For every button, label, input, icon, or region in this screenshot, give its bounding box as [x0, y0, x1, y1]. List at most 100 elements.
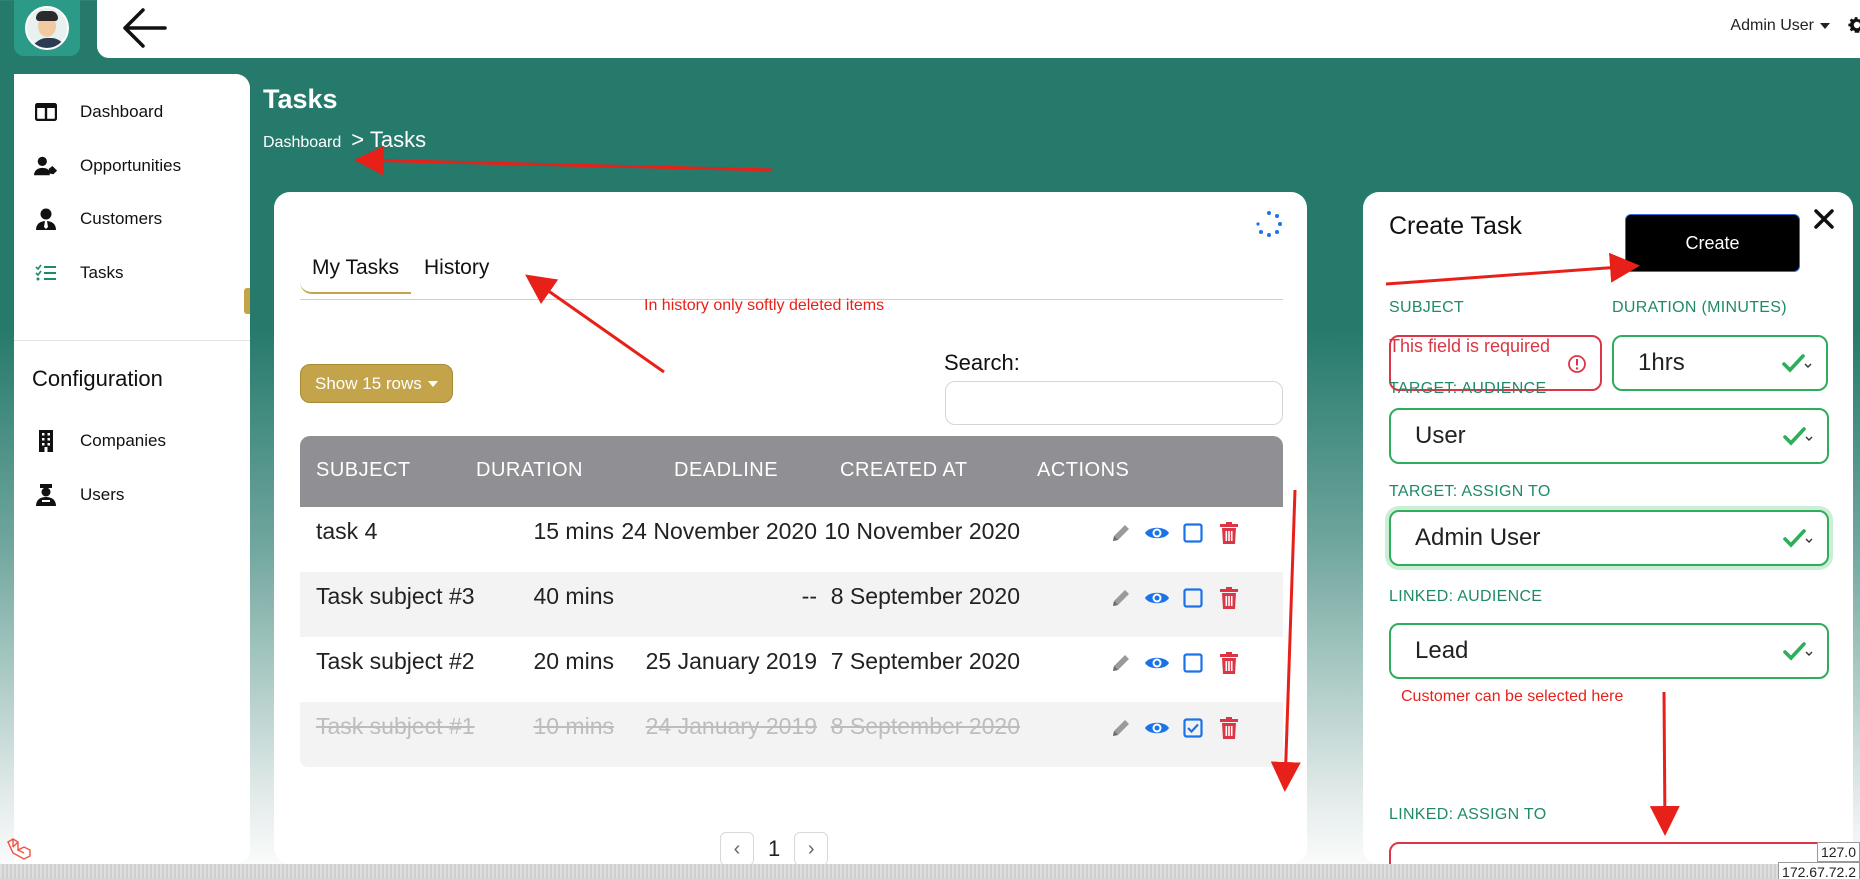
show-rows-dropdown[interactable]: Show 15 rows	[300, 364, 453, 403]
target-audience-value: User	[1415, 422, 1466, 449]
view-eye-icon[interactable]	[1144, 520, 1170, 546]
user-menu[interactable]: Admin User	[1730, 17, 1830, 35]
edit-pencil-icon[interactable]	[1108, 715, 1134, 741]
trash-icon[interactable]	[1216, 520, 1242, 546]
trash-icon[interactable]	[1216, 585, 1242, 611]
linked-assign-label: LINKED: ASSIGN TO	[1389, 806, 1547, 823]
prev-page-button[interactable]: ‹	[720, 832, 754, 864]
caret-down-icon	[1820, 23, 1830, 29]
completed-checkbox[interactable]	[1180, 715, 1206, 741]
current-page[interactable]: 1	[768, 836, 780, 862]
cell-created-at: 8 September 2020	[830, 713, 1020, 739]
breadcrumb: Dashboard > Tasks	[263, 127, 426, 153]
sidebar-divider	[14, 340, 250, 341]
cell-created-at: 7 September 2020	[830, 648, 1020, 674]
subject-label: SUBJECT	[1389, 299, 1464, 316]
edit-pencil-icon[interactable]	[1108, 650, 1134, 676]
sidebar-item-tasks[interactable]: Tasks	[14, 253, 250, 293]
building-icon	[34, 430, 58, 452]
target-assign-label: TARGET: ASSIGN TO	[1389, 483, 1551, 500]
table-row: Task subject #2 20 mins 25 January 2019 …	[300, 637, 1283, 702]
target-audience-select[interactable]: User	[1389, 408, 1829, 464]
col-duration[interactable]: DURATION	[476, 459, 583, 482]
complete-checkbox[interactable]	[1180, 650, 1206, 676]
table-header: SUBJECT DURATION DEADLINE CREATED AT ACT…	[300, 436, 1283, 507]
target-assign-value: Admin User	[1415, 524, 1541, 551]
complete-checkbox[interactable]	[1180, 520, 1206, 546]
subject-error-text: This field is required	[1389, 336, 1551, 356]
logo-box[interactable]	[14, 0, 80, 56]
cell-duration: 10 mins	[533, 713, 614, 739]
duration-value: 1hrs	[1638, 349, 1685, 376]
tab-history[interactable]: History	[412, 254, 501, 292]
view-eye-icon[interactable]	[1144, 650, 1170, 676]
sidebar-config-heading: Configuration	[32, 366, 163, 391]
sidebar-item-opportunities[interactable]: Opportunities	[14, 146, 250, 186]
cell-created-at: 10 November 2020	[824, 518, 1020, 544]
col-subject[interactable]: SUBJECT	[316, 459, 411, 482]
tab-bar: My Tasks History	[300, 254, 1283, 300]
col-deadline[interactable]: DEADLINE	[674, 459, 778, 482]
complete-checkbox[interactable]	[1180, 585, 1206, 611]
history-annotation: In history only softly deleted items	[644, 297, 885, 314]
check-chevron-icon	[1783, 642, 1813, 661]
search-input[interactable]	[945, 381, 1283, 425]
cell-subject: task 4	[316, 518, 378, 544]
back-arrow-icon[interactable]	[119, 6, 169, 50]
users-icon	[34, 484, 58, 506]
row-actions	[1108, 650, 1242, 676]
tasks-table: SUBJECT DURATION DEADLINE CREATED AT ACT…	[300, 436, 1283, 767]
laravel-debug-icon[interactable]	[6, 838, 32, 860]
next-page-button[interactable]: ›	[794, 832, 829, 864]
view-eye-icon[interactable]	[1144, 585, 1170, 611]
customer-annotation: Customer can be selected here	[1401, 688, 1624, 705]
check-chevron-icon	[1783, 529, 1813, 548]
sidebar-item-label: Tasks	[80, 263, 124, 282]
pagination: ‹ 1 ›	[720, 832, 829, 864]
breadcrumb-current: > Tasks	[351, 127, 427, 152]
view-eye-icon[interactable]	[1144, 715, 1170, 741]
create-button[interactable]: Create	[1625, 214, 1800, 272]
close-icon[interactable]	[1813, 208, 1835, 230]
user-tag-icon	[34, 155, 58, 177]
trash-icon[interactable]	[1216, 715, 1242, 741]
active-indicator	[244, 288, 250, 314]
sidebar-item-dashboard[interactable]: Dashboard	[14, 92, 250, 132]
bottom-strip	[0, 864, 1860, 879]
trash-icon[interactable]	[1216, 650, 1242, 676]
sidebar-item-users[interactable]: Users	[14, 475, 250, 515]
edit-pencil-icon[interactable]	[1108, 585, 1134, 611]
error-icon	[1568, 355, 1586, 373]
col-actions: ACTIONS	[1037, 459, 1130, 481]
breadcrumb-dashboard-link[interactable]: Dashboard	[263, 134, 341, 152]
create-task-panel: Create Task Create SUBJECT DURATION (MIN…	[1363, 192, 1853, 864]
cell-deadline: 24 November 2020	[621, 518, 817, 544]
row-actions	[1108, 585, 1242, 611]
sidebar-item-customers[interactable]: Customers	[14, 199, 250, 239]
table-row: Task subject #1 10 mins 24 January 2019 …	[300, 702, 1283, 767]
cell-created-at: 8 September 2020	[830, 583, 1020, 609]
table-row: task 4 15 mins 24 November 2020 10 Novem…	[300, 507, 1283, 572]
create-task-title: Create Task	[1389, 212, 1522, 240]
cell-subject: Task subject #3	[316, 583, 475, 609]
cell-deadline: --	[801, 583, 817, 609]
gear-icon[interactable]	[1846, 14, 1860, 36]
sidebar: Dashboard Opportunities Customers Tasks …	[14, 74, 250, 864]
columns-icon	[34, 101, 58, 123]
sidebar-item-label: Customers	[80, 209, 163, 228]
duration-select[interactable]: 1hrs	[1612, 335, 1828, 391]
sidebar-item-companies[interactable]: Companies	[14, 421, 250, 461]
sidebar-item-label: Dashboard	[80, 102, 164, 121]
edit-pencil-icon[interactable]	[1108, 520, 1134, 546]
tasks-list-icon	[34, 262, 58, 284]
linked-audience-label: LINKED: AUDIENCE	[1389, 588, 1543, 605]
linked-assign-select[interactable]	[1389, 842, 1829, 864]
check-chevron-icon	[1783, 427, 1813, 446]
cell-subject: Task subject #1	[316, 713, 475, 739]
tab-my-tasks[interactable]: My Tasks	[300, 254, 412, 294]
ip-readout-2: 172.67.72.2	[1778, 862, 1860, 879]
linked-audience-select[interactable]: Lead	[1389, 623, 1829, 679]
tasks-card: My Tasks History Show 15 rows Search: SU…	[274, 192, 1307, 864]
target-assign-select[interactable]: Admin User	[1389, 510, 1829, 566]
col-created-at[interactable]: CREATED AT	[840, 459, 968, 482]
